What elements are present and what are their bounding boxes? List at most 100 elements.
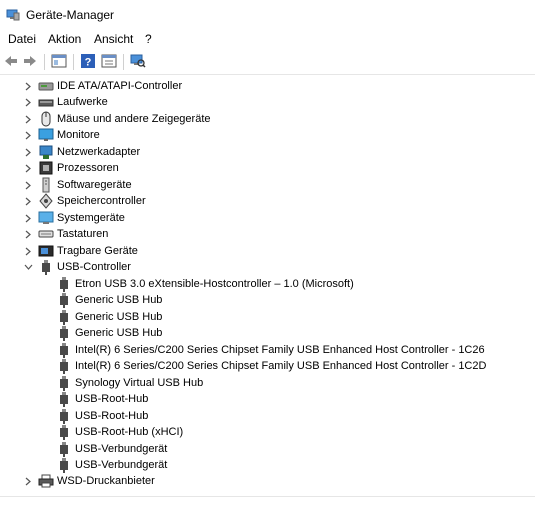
usb-device-label: USB-Root-Hub (75, 410, 149, 422)
usb-connector-icon (56, 441, 72, 457)
tree-node-monitors[interactable]: Monitore (0, 127, 535, 143)
menu-action[interactable]: Aktion (48, 32, 81, 46)
tree-node-system[interactable]: Systemgeräte (0, 210, 535, 226)
forward-arrow-icon[interactable] (22, 53, 38, 69)
usb-device-item[interactable]: Generic USB Hub (0, 325, 535, 341)
printer-icon (38, 473, 54, 489)
usb-connector-icon (56, 309, 72, 325)
usb-device-label: Intel(R) 6 Series/C200 Series Chipset Fa… (75, 344, 485, 356)
usb-device-item[interactable]: Intel(R) 6 Series/C200 Series Chipset Fa… (0, 358, 535, 374)
tree-node-label: Softwaregeräte (57, 179, 132, 191)
tree-node-netadapters[interactable]: Netzwerkadapter (0, 144, 535, 160)
expand-chevron-icon[interactable] (23, 243, 33, 259)
expand-chevron-icon[interactable] (23, 94, 33, 110)
usb-connector-icon (56, 325, 72, 341)
back-arrow-icon[interactable] (3, 53, 19, 69)
tree-node-label: Systemgeräte (57, 212, 125, 224)
expand-chevron-icon[interactable] (23, 78, 33, 94)
tree-node-drives[interactable]: Laufwerke (0, 94, 535, 110)
menu-help[interactable]: ? (145, 32, 152, 46)
monitor-icon (38, 127, 54, 143)
portable-device-icon (38, 243, 54, 259)
usb-device-item[interactable]: Generic USB Hub (0, 309, 535, 325)
tree-node-label: Tastaturen (57, 228, 109, 240)
tree-node-portable[interactable]: Tragbare Geräte (0, 243, 535, 259)
tree-node-label: Netzwerkadapter (57, 146, 141, 158)
usb-connector-icon (56, 358, 72, 374)
usb-connector-icon (56, 457, 72, 473)
usb-device-item[interactable]: USB-Root-Hub (0, 391, 535, 407)
toolbar: ? (0, 49, 535, 75)
usb-device-label: Generic USB Hub (75, 327, 163, 339)
usb-connector-icon (56, 292, 72, 308)
expand-chevron-icon[interactable] (23, 210, 33, 226)
usb-device-item[interactable]: Synology Virtual USB Hub (0, 375, 535, 391)
usb-connector-icon (56, 424, 72, 440)
tree-node-processors[interactable]: Prozessoren (0, 160, 535, 176)
expand-chevron-icon[interactable] (23, 160, 33, 176)
network-adapter-icon (38, 144, 54, 160)
window-title: Geräte-Manager (26, 8, 115, 22)
device-tree: IDE ATA/ATAPI-Controller Laufwerke Mäuse… (0, 76, 535, 496)
usb-device-item[interactable]: USB-Root-Hub (0, 408, 535, 424)
processor-icon (38, 160, 54, 176)
expand-chevron-icon[interactable] (23, 473, 33, 489)
title-bar: Geräte-Manager (0, 0, 535, 30)
mouse-icon (38, 111, 54, 127)
expand-chevron-icon[interactable] (23, 144, 33, 160)
scan-hardware-icon[interactable] (130, 53, 146, 69)
tree-node-mice[interactable]: Mäuse und andere Zeigegeräte (0, 111, 535, 127)
usb-device-label: USB-Root-Hub (xHCI) (75, 426, 184, 438)
usb-connector-icon (56, 408, 72, 424)
device-manager-icon (6, 7, 20, 21)
expand-chevron-icon[interactable] (23, 127, 33, 143)
usb-device-label: Intel(R) 6 Series/C200 Series Chipset Fa… (75, 360, 487, 372)
usb-device-item[interactable]: Generic USB Hub (0, 292, 535, 308)
usb-connector-icon (56, 342, 72, 358)
status-bar (0, 496, 535, 513)
usb-device-label: Generic USB Hub (75, 311, 163, 323)
svg-text:?: ? (85, 57, 92, 69)
usb-device-item[interactable]: Etron USB 3.0 eXtensible-Hostcontroller … (0, 276, 535, 292)
system-device-icon (38, 210, 54, 226)
usb-device-item[interactable]: USB-Root-Hub (xHCI) (0, 424, 535, 440)
expand-chevron-icon[interactable] (23, 193, 33, 209)
usb-device-label: Etron USB 3.0 eXtensible-Hostcontroller … (75, 278, 354, 290)
tree-node-label: Monitore (57, 129, 100, 141)
usb-device-label: USB-Verbundgerät (75, 459, 168, 471)
usb-connector-icon (56, 391, 72, 407)
menu-bar: Datei Aktion Ansicht ? (0, 30, 535, 48)
help-icon[interactable]: ? (80, 53, 96, 69)
tree-node-label: Tragbare Geräte (57, 245, 138, 257)
toolbar-separator (123, 54, 124, 70)
tree-node-label: USB-Controller (57, 261, 131, 273)
expand-chevron-icon[interactable] (23, 111, 33, 127)
show-hide-console-tree-icon[interactable] (51, 53, 67, 69)
tree-node-label: Mäuse und andere Zeigegeräte (57, 113, 211, 125)
toolbar-separator (73, 54, 74, 70)
disk-drive-icon (38, 94, 54, 110)
menu-file[interactable]: Datei (8, 32, 36, 46)
storage-controller-icon (38, 193, 54, 209)
usb-connector-icon (38, 259, 54, 275)
keyboard-icon (38, 226, 54, 242)
tree-node-storage[interactable]: Speichercontroller (0, 193, 535, 209)
tree-node-usb[interactable]: USB-Controller (0, 259, 535, 275)
tree-node-label: Laufwerke (57, 96, 108, 108)
tree-node-software[interactable]: Softwaregeräte (0, 177, 535, 193)
usb-device-label: USB-Verbundgerät (75, 443, 168, 455)
usb-device-item[interactable]: USB-Verbundgerät (0, 441, 535, 457)
usb-connector-icon (56, 375, 72, 391)
software-device-icon (38, 177, 54, 193)
properties-icon[interactable] (101, 53, 117, 69)
usb-device-label: USB-Root-Hub (75, 393, 149, 405)
expand-chevron-icon[interactable] (23, 226, 33, 242)
menu-view[interactable]: Ansicht (94, 32, 133, 46)
collapse-chevron-icon[interactable] (23, 259, 33, 275)
expand-chevron-icon[interactable] (23, 177, 33, 193)
tree-node-keyboards[interactable]: Tastaturen (0, 226, 535, 242)
usb-device-item[interactable]: USB-Verbundgerät (0, 457, 535, 473)
tree-node-wsd[interactable]: WSD-Druckanbieter (0, 473, 535, 489)
usb-device-item[interactable]: Intel(R) 6 Series/C200 Series Chipset Fa… (0, 342, 535, 358)
tree-node-ide[interactable]: IDE ATA/ATAPI-Controller (0, 78, 535, 94)
